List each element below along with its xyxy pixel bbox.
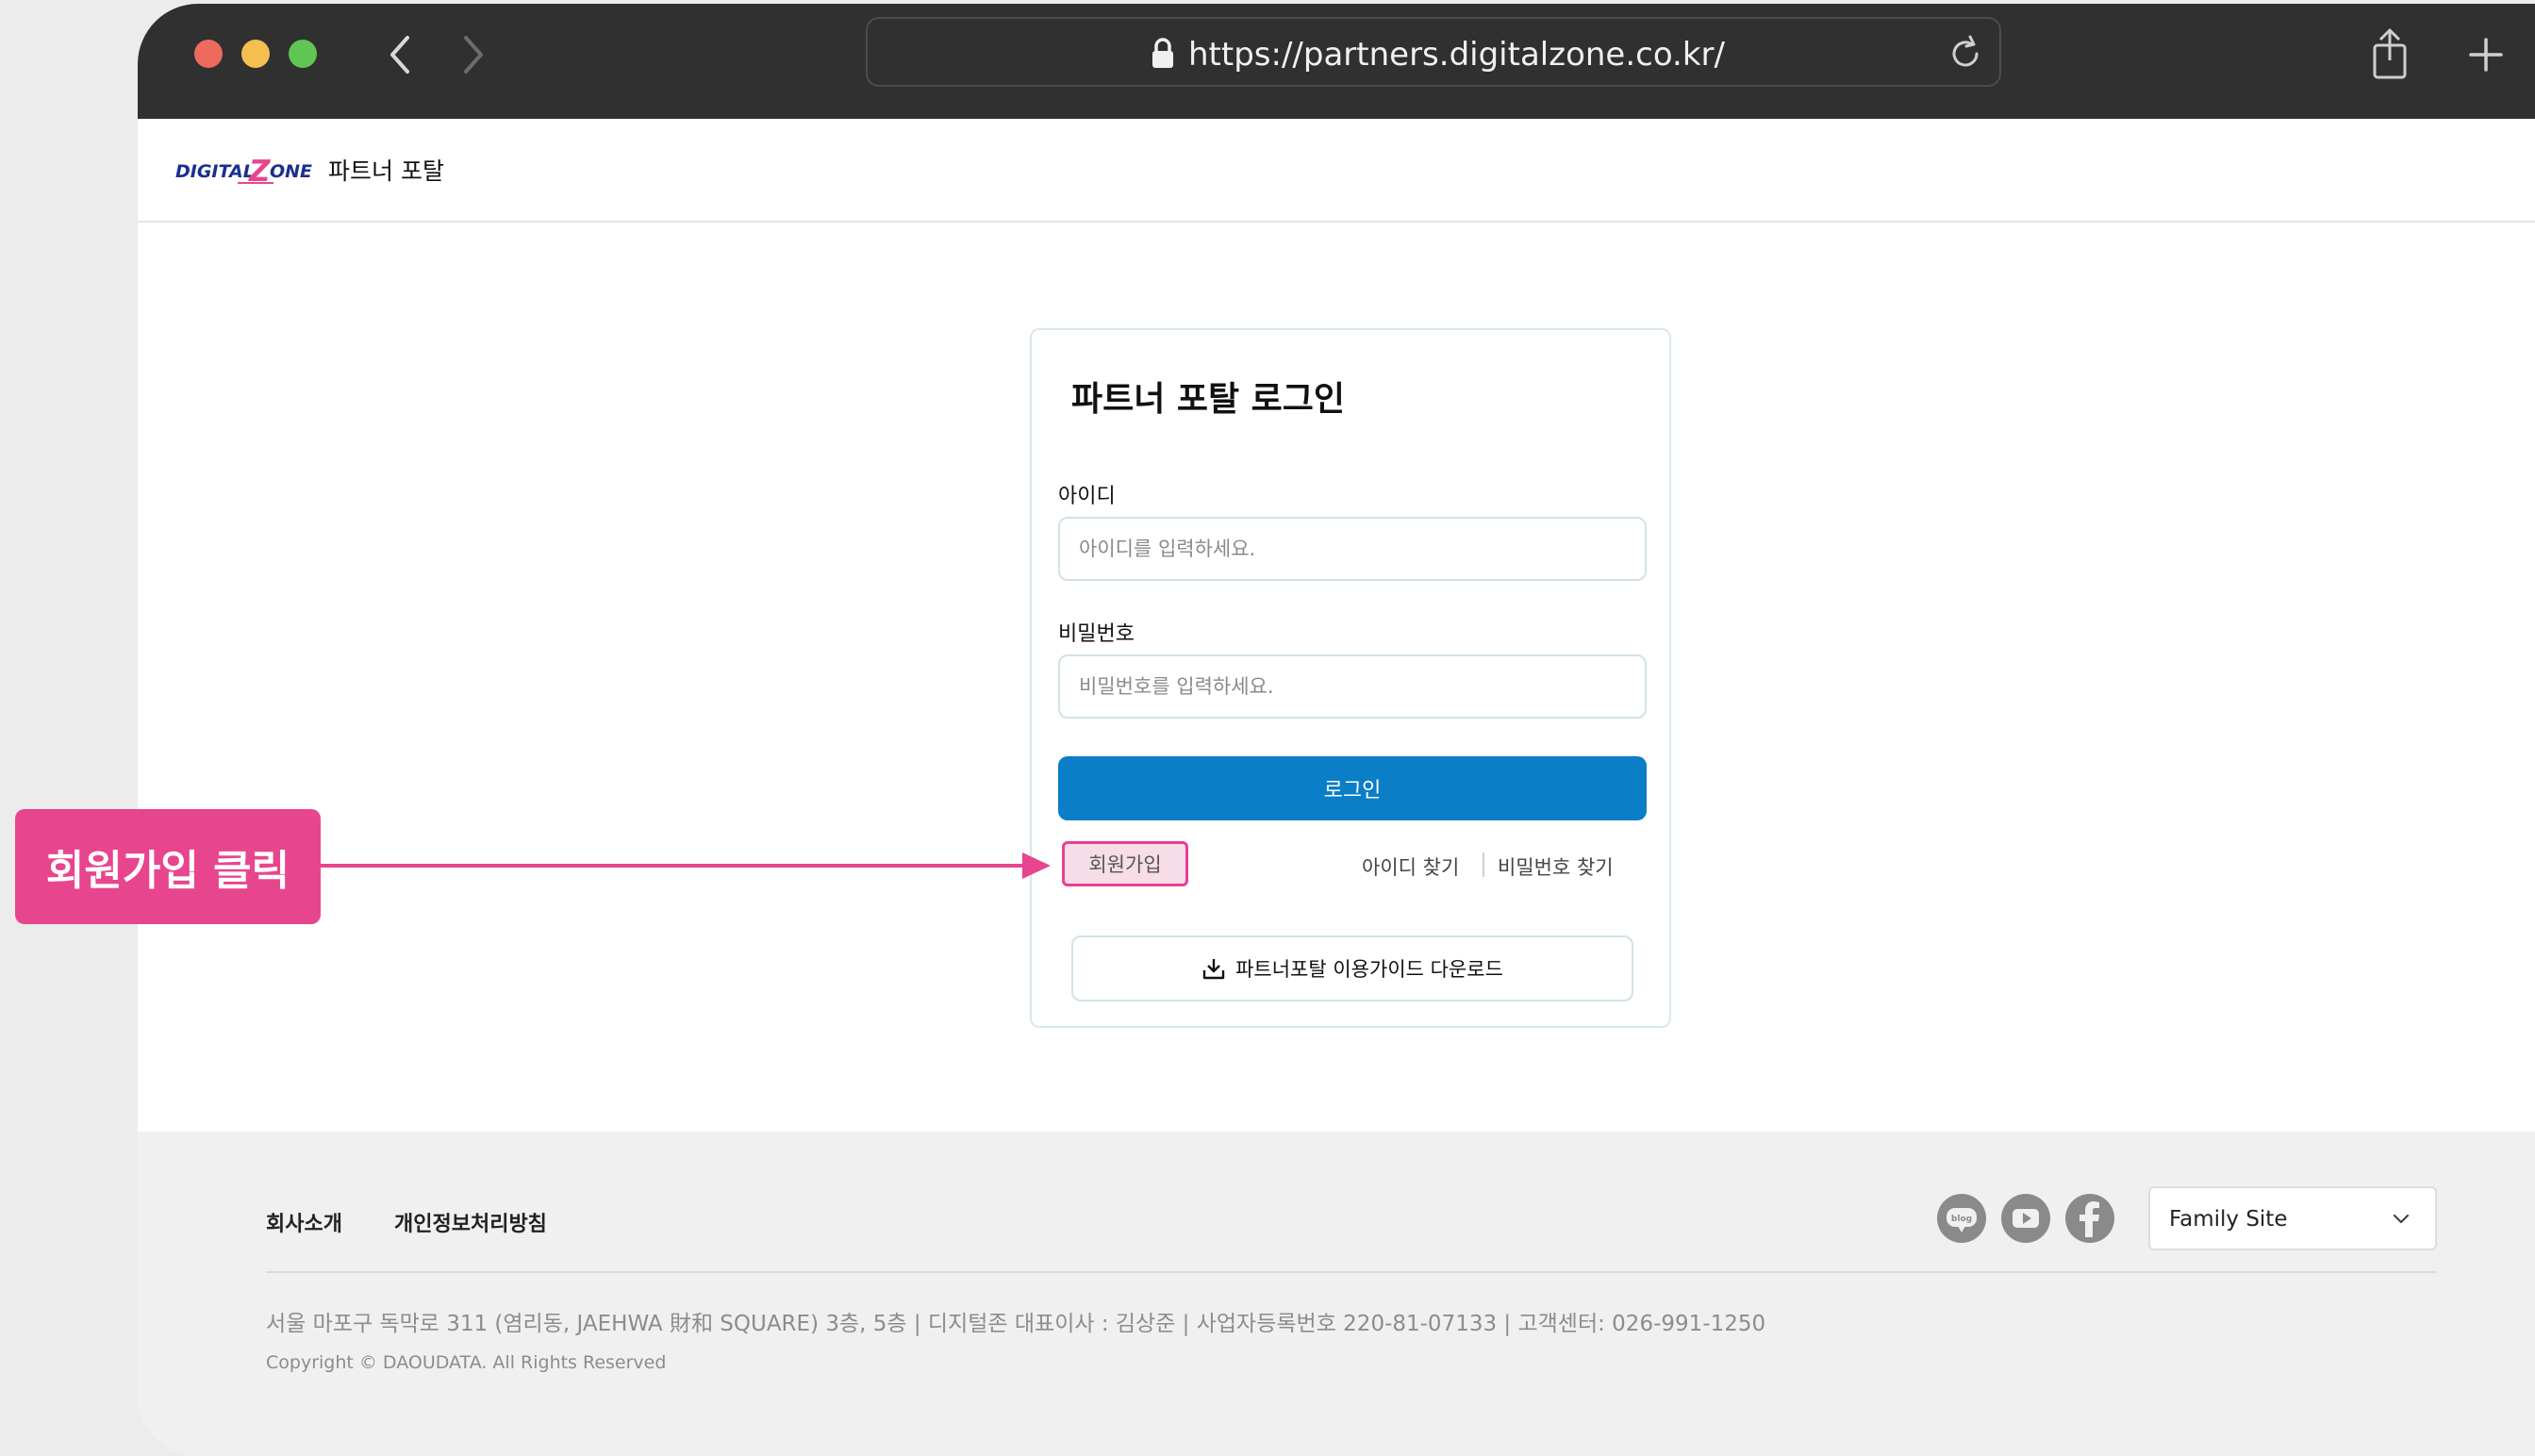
svg-text:Z: Z (248, 155, 271, 187)
close-window-button[interactable] (194, 40, 223, 68)
copyright-text: Copyright © DAOUDATA. All Rights Reserve… (266, 1352, 667, 1373)
login-title: 파트너 포탈 로그인 (1071, 380, 1346, 419)
browser-titlebar: https://partners.digitalzone.co.kr/ (138, 4, 2535, 119)
id-input[interactable] (1058, 517, 1647, 581)
blog-icon[interactable]: blog (1937, 1194, 1986, 1243)
guide-download-button[interactable]: 파트너포탈 이용가이드 다운로드 (1071, 935, 1633, 1001)
minimize-window-button[interactable] (241, 40, 270, 68)
facebook-icon[interactable] (2065, 1194, 2114, 1243)
reload-icon[interactable] (1948, 34, 1984, 72)
download-icon (1202, 959, 1225, 980)
address-bar[interactable]: https://partners.digitalzone.co.kr/ (866, 17, 2001, 87)
password-input[interactable] (1058, 654, 1647, 719)
svg-text:DIGITAL: DIGITAL (175, 161, 255, 182)
new-tab-icon[interactable] (2467, 36, 2505, 74)
password-label: 비밀번호 (1058, 622, 1135, 646)
company-address: 서울 마포구 독막로 311 (염리동, JAEHWA 財和 SQUARE) 3… (266, 1312, 1766, 1336)
maximize-window-button[interactable] (289, 40, 317, 68)
annotation-arrow (321, 852, 1051, 879)
family-site-select[interactable]: Family Site (2148, 1186, 2437, 1250)
login-button[interactable]: 로그인 (1058, 756, 1647, 820)
link-divider (1483, 852, 1484, 877)
site-header: DIGITAL Z ONE 파트너 포탈 (138, 119, 2535, 223)
signup-button[interactable]: 회원가입 (1062, 841, 1188, 886)
svg-text:blog: blog (1951, 1215, 1972, 1224)
share-icon[interactable] (2369, 26, 2411, 81)
back-arrow-icon[interactable] (377, 30, 424, 79)
chevron-down-icon (2393, 1214, 2410, 1224)
site-footer: 회사소개 개인정보처리방침 blog Family Site 서울 마포구 독막… (138, 1132, 2535, 1456)
lock-icon (1152, 38, 1173, 68)
svg-text:ONE: ONE (270, 161, 312, 182)
footer-link-privacy[interactable]: 개인정보처리방침 (394, 1207, 547, 1237)
digitalzone-logo[interactable]: DIGITAL Z ONE (175, 155, 317, 187)
browser-window: https://partners.digitalzone.co.kr/ DIGI… (138, 4, 2535, 1456)
footer-link-company[interactable]: 회사소개 (266, 1207, 342, 1237)
url-text: https://partners.digitalzone.co.kr/ (1188, 36, 1725, 74)
family-site-label: Family Site (2169, 1207, 2288, 1232)
find-id-link[interactable]: 아이디 찾기 (1362, 852, 1459, 881)
youtube-icon[interactable] (2001, 1194, 2050, 1243)
portal-brand-title: 파트너 포탈 (328, 157, 444, 185)
guide-button-label: 파트너포탈 이용가이드 다운로드 (1235, 958, 1503, 981)
login-card: 파트너 포탈 로그인 아이디 비밀번호 로그인 회원가입 아이디 찾기 비밀번호… (1030, 328, 1671, 1028)
forward-arrow-icon[interactable] (449, 30, 496, 79)
annotation-label: 회원가입 클릭 (15, 809, 321, 924)
id-label: 아이디 (1058, 485, 1116, 508)
footer-divider (266, 1271, 2437, 1273)
find-password-link[interactable]: 비밀번호 찾기 (1498, 852, 1614, 881)
